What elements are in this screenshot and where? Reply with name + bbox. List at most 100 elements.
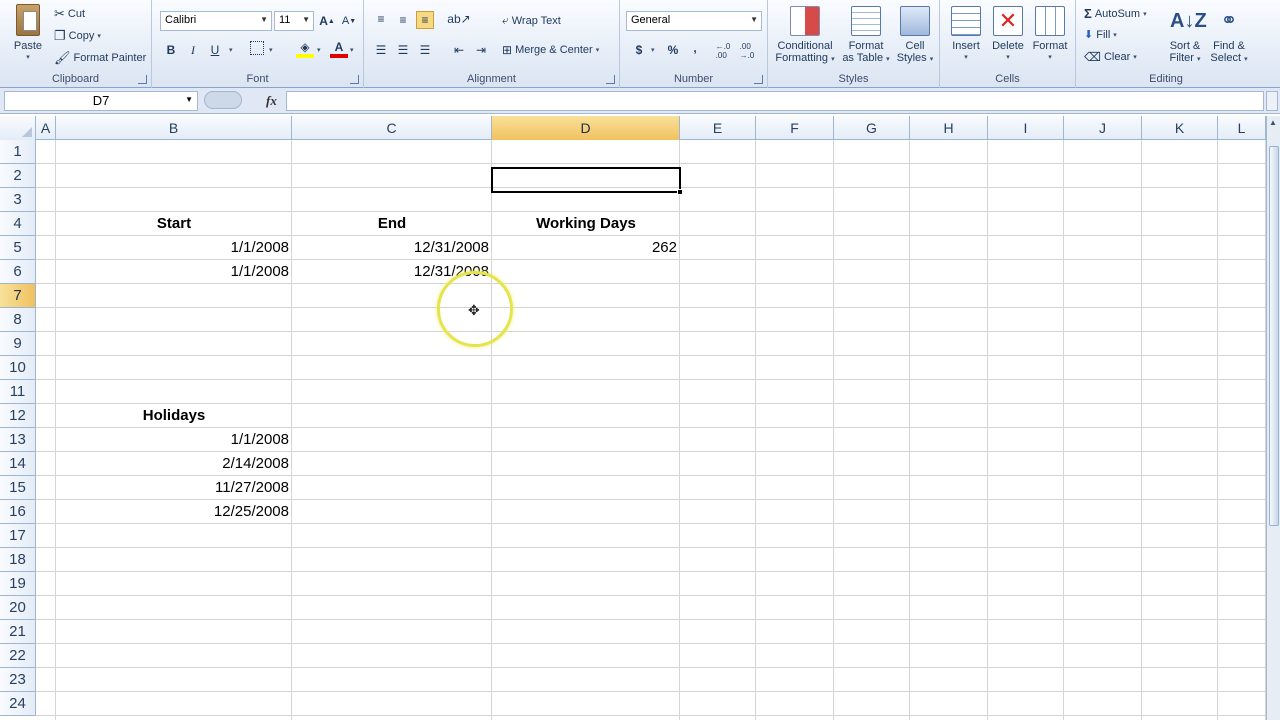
align-left-icon[interactable]: ☰: [372, 41, 390, 59]
row-header-22[interactable]: 22: [0, 644, 36, 668]
row-header-19[interactable]: 19: [0, 572, 36, 596]
column-header-d[interactable]: D: [492, 116, 680, 140]
column-header-i[interactable]: I: [988, 116, 1064, 140]
formula-input[interactable]: [286, 91, 1264, 111]
column-header-c[interactable]: C: [292, 116, 492, 140]
delete-button[interactable]: ✕ Delete ▾: [988, 6, 1028, 64]
underline-button[interactable]: U: [206, 41, 224, 59]
row-header-2[interactable]: 2: [0, 164, 36, 188]
autosum-button[interactable]: Σ AutoSum ▾: [1084, 6, 1147, 21]
cell-b14[interactable]: 2/14/2008: [56, 452, 292, 476]
align-center-icon[interactable]: ☰: [394, 41, 412, 59]
underline-dropdown-icon[interactable]: ▾: [229, 46, 233, 54]
increase-decimal-icon[interactable]: ←.0.00: [714, 42, 732, 60]
column-header-g[interactable]: G: [834, 116, 910, 140]
clear-button[interactable]: ⌫ Clear ▾: [1084, 50, 1137, 64]
align-bottom-icon[interactable]: ≡: [416, 11, 434, 29]
comma-button[interactable]: ,: [686, 39, 704, 57]
format-as-table-button[interactable]: Format as Table ▾: [840, 6, 892, 66]
column-header-b[interactable]: B: [56, 116, 292, 140]
percent-button[interactable]: %: [664, 41, 682, 59]
cell-b4[interactable]: Start: [56, 212, 292, 236]
fill-color-dropdown-icon[interactable]: ▾: [317, 46, 321, 54]
orientation-icon[interactable]: ab↗: [447, 10, 470, 28]
row-header-7[interactable]: 7: [0, 284, 36, 308]
font-size-select[interactable]: 11 ▼: [274, 11, 314, 31]
column-header-a[interactable]: A: [36, 116, 56, 140]
column-header-j[interactable]: J: [1064, 116, 1142, 140]
clipboard-dialog-launcher-icon[interactable]: [138, 75, 147, 84]
row-header-5[interactable]: 5: [0, 236, 36, 260]
fill-button[interactable]: ⬇ Fill ▾: [1084, 28, 1117, 42]
currency-button[interactable]: $: [630, 41, 648, 59]
column-header-e[interactable]: E: [680, 116, 756, 140]
bold-button[interactable]: B: [162, 41, 180, 59]
cell-b6[interactable]: 1/1/2008: [56, 260, 292, 284]
cell-b5[interactable]: 1/1/2008: [56, 236, 292, 260]
column-header-k[interactable]: K: [1142, 116, 1218, 140]
merge-dropdown-icon[interactable]: ▾: [596, 46, 600, 54]
insert-function-button[interactable]: fx: [266, 93, 277, 109]
paste-dropdown-icon[interactable]: ▾: [26, 52, 30, 64]
cell-styles-button[interactable]: Cell Styles ▾: [894, 6, 936, 66]
format-cells-button[interactable]: Format ▾: [1030, 6, 1070, 64]
cut-button[interactable]: ✂ Cut: [54, 6, 85, 22]
font-name-select[interactable]: Calibri ▼: [160, 11, 272, 31]
row-header-12[interactable]: 12: [0, 404, 36, 428]
vertical-scrollbar[interactable]: ▲: [1266, 116, 1280, 720]
align-top-icon[interactable]: ≡: [372, 10, 390, 28]
column-header-l[interactable]: L: [1218, 116, 1266, 140]
fill-color-icon[interactable]: ◈: [296, 40, 314, 58]
row-header-11[interactable]: 11: [0, 380, 36, 404]
row-header-15[interactable]: 15: [0, 476, 36, 500]
row-header-6[interactable]: 6: [0, 260, 36, 284]
grow-font-icon[interactable]: A ▲: [318, 12, 336, 30]
row-header-17[interactable]: 17: [0, 524, 36, 548]
cell-b12[interactable]: Holidays: [56, 404, 292, 428]
insert-button[interactable]: Insert ▾: [946, 6, 986, 64]
font-color-dropdown-icon[interactable]: ▾: [350, 46, 354, 54]
cell-b15[interactable]: 11/27/2008: [56, 476, 292, 500]
row-header-13[interactable]: 13: [0, 428, 36, 452]
row-header-10[interactable]: 10: [0, 356, 36, 380]
borders-icon[interactable]: [250, 41, 264, 55]
align-right-icon[interactable]: ☰: [416, 41, 434, 59]
wrap-text-button[interactable]: ⤶ Wrap Text: [502, 13, 561, 28]
cell-c5[interactable]: 12/31/2008: [292, 236, 492, 260]
copy-button[interactable]: ❐ Copy ▾: [54, 28, 101, 44]
row-header-1[interactable]: 1: [0, 140, 36, 164]
row-header-3[interactable]: 3: [0, 188, 36, 212]
row-header-18[interactable]: 18: [0, 548, 36, 572]
font-dialog-launcher-icon[interactable]: [350, 75, 359, 84]
scrollbar-thumb[interactable]: [1269, 146, 1279, 526]
decrease-indent-icon[interactable]: ⇤: [450, 41, 468, 59]
row-header-23[interactable]: 23: [0, 668, 36, 692]
row-header-9[interactable]: 9: [0, 332, 36, 356]
decrease-decimal-icon[interactable]: .00 →.0: [738, 42, 756, 60]
row-header-8[interactable]: 8: [0, 308, 36, 332]
active-cell-d7[interactable]: [491, 167, 681, 193]
cell-d4[interactable]: Working Days: [492, 212, 680, 236]
font-color-icon[interactable]: A: [330, 40, 348, 58]
row-header-20[interactable]: 20: [0, 596, 36, 620]
borders-dropdown-icon[interactable]: ▾: [269, 46, 273, 54]
sort-filter-button[interactable]: A↓Z Sort & Filter ▾: [1164, 6, 1206, 66]
row-header-14[interactable]: 14: [0, 452, 36, 476]
expand-formula-bar-button[interactable]: [1266, 91, 1278, 111]
format-painter-button[interactable]: 🖌 Format Painter: [54, 50, 146, 66]
row-header-4[interactable]: 4: [0, 212, 36, 236]
paste-button[interactable]: Paste ▾: [8, 4, 48, 64]
find-select-button[interactable]: ⚭ Find & Select ▾: [1206, 6, 1252, 66]
chevron-down-icon[interactable]: ▼: [185, 95, 193, 104]
cell-d5[interactable]: 262: [492, 236, 680, 260]
name-box[interactable]: D7 ▼: [4, 91, 198, 111]
cell-b13[interactable]: 1/1/2008: [56, 428, 292, 452]
number-dialog-launcher-icon[interactable]: [754, 75, 763, 84]
conditional-formatting-button[interactable]: Conditional Formatting ▾: [772, 6, 838, 66]
select-all-button[interactable]: [0, 116, 36, 140]
fill-handle[interactable]: [677, 189, 683, 195]
column-header-h[interactable]: H: [910, 116, 988, 140]
increase-indent-icon[interactable]: ⇥: [472, 41, 490, 59]
row-header-16[interactable]: 16: [0, 500, 36, 524]
scroll-up-icon[interactable]: ▲: [1269, 118, 1277, 127]
